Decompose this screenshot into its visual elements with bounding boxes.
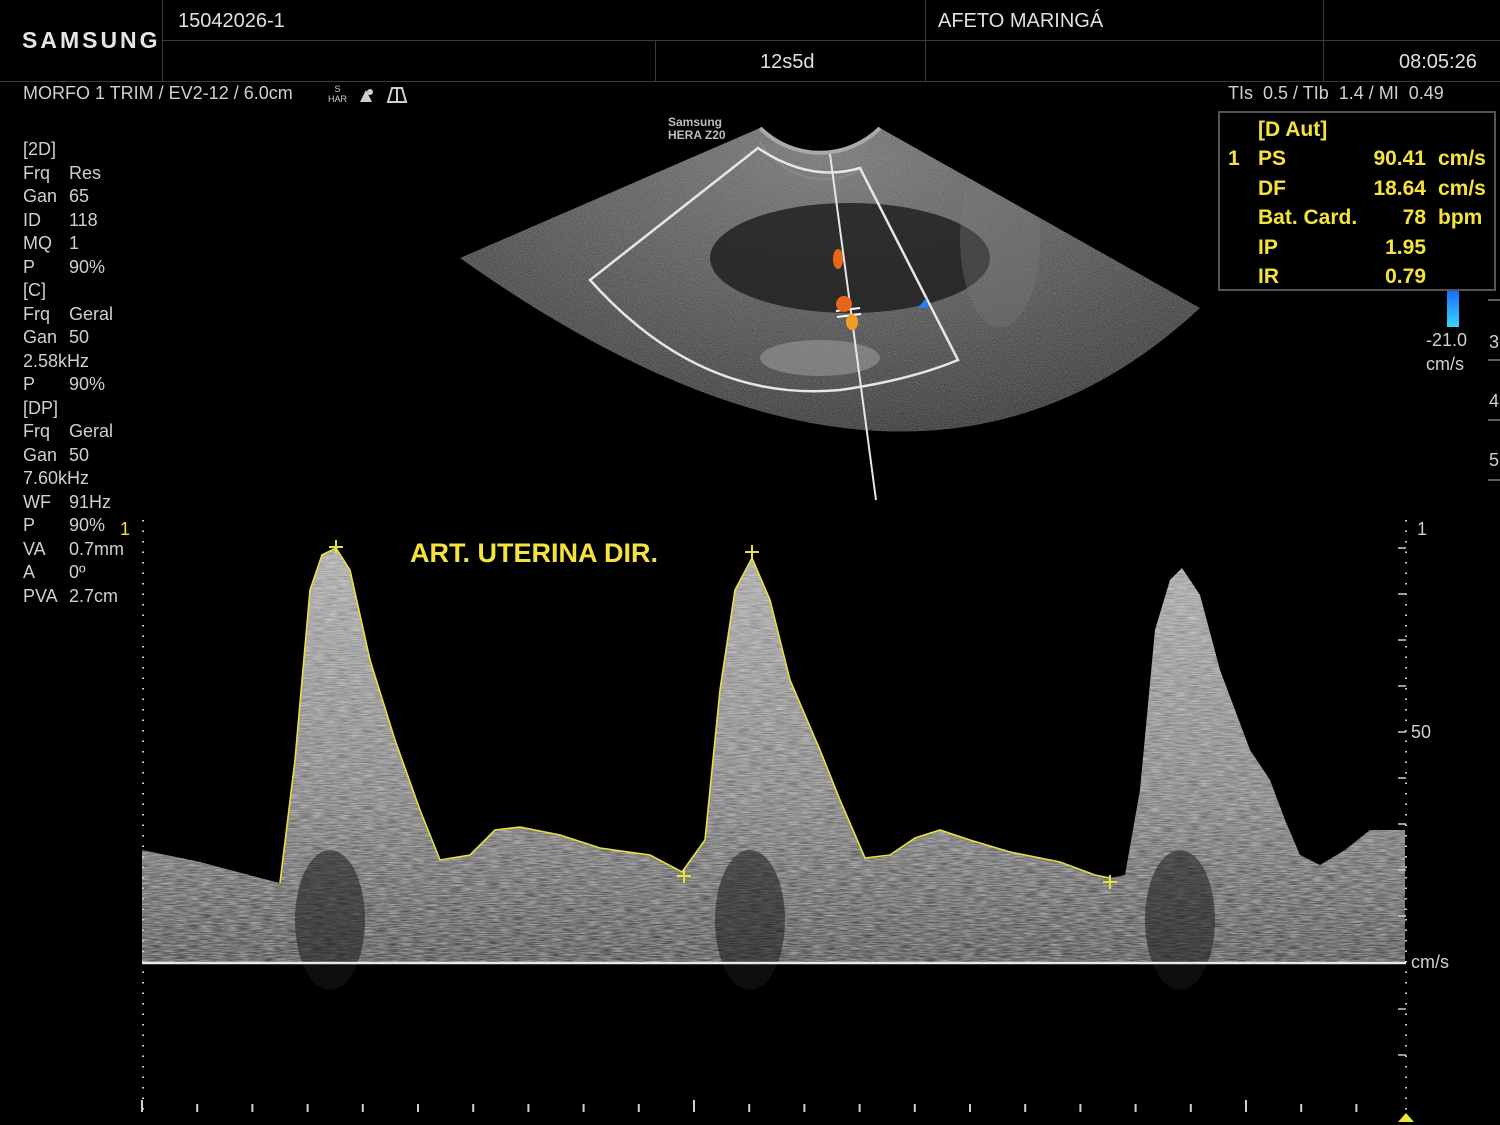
velocity-scale-mid: 50 (1411, 722, 1432, 742)
measurement-index: 1 (1228, 147, 1240, 170)
preset-label: MORFO 1 TRIM / EV2-12 / 6.0cm (23, 83, 293, 103)
flow-signal-red (833, 249, 843, 269)
parameter-row: P 90% (23, 373, 124, 397)
probe-orientation-icon (360, 89, 373, 102)
header-divider (1323, 0, 1324, 82)
parameter-row: 7.60kHz (23, 467, 124, 491)
parameter-row: Frq Geral (23, 303, 124, 327)
measurement-label: DF (1258, 176, 1286, 200)
depth-scale-ticks (1488, 299, 1500, 481)
parameter-key: [2D] (23, 139, 57, 159)
parameter-key: P (23, 256, 36, 277)
flow-signal-red (846, 314, 858, 330)
parameter-row: [C] (23, 279, 124, 303)
measurement-value: 78 (1402, 206, 1426, 229)
header-divider (925, 0, 926, 82)
sector-tissue (460, 128, 1200, 432)
parameter-row: MQ 1 (23, 232, 124, 256)
vessel-annotation[interactable]: ART. UTERINA DIR. (410, 538, 658, 569)
parameter-value: 50 (69, 444, 90, 465)
parameter-row: Gan 65 (23, 185, 124, 209)
measurement-unit: bpm (1438, 206, 1483, 229)
probe-icons (360, 87, 408, 103)
measurement-label: PS (1258, 147, 1287, 170)
parameter-row: Gan 50 (23, 326, 124, 350)
parameter-value: 118 (69, 209, 98, 230)
header-bar: SAMSUNG 15042026-1 AFETO MARINGÁ 12s5d 0… (0, 0, 1500, 82)
flow-signal-red (836, 296, 852, 312)
parameter-key: [C] (23, 280, 47, 300)
peak-marker[interactable] (745, 545, 759, 559)
doppler-spectrum (141, 520, 1414, 1122)
left-scale-marker: 1 (120, 519, 131, 539)
sector-icon (386, 87, 408, 103)
bmode-image: Samsung HERA Z20 (460, 115, 1200, 501)
measurement-value: 18.64 (1373, 176, 1426, 200)
thermal-index: TIs 0.5 / TIb 1.4 / MI 0.49 (1228, 83, 1444, 103)
measurement-unit: cm/s (1438, 147, 1486, 170)
parameter-key: 7.60kHz (23, 468, 90, 488)
probe-model-label: Samsung (668, 115, 722, 129)
parameter-row: Gan 50 (23, 444, 124, 468)
color-scale-unit: cm/s (1426, 354, 1464, 374)
parameter-value: Res (69, 162, 102, 183)
measurement-label: IP (1258, 235, 1278, 259)
header-divider (162, 0, 163, 82)
parameter-value: 50 (69, 327, 90, 347)
parameter-key: Gan (23, 327, 58, 347)
institution-name: AFETO MARINGÁ (938, 10, 1104, 32)
parameter-key: ID (23, 209, 41, 230)
sweep-position-marker[interactable] (1398, 1113, 1414, 1122)
measurement-panel: [D Aut] 1 PS 90.41 cm/s DF 18.64 cm/s Bat. Car… (1218, 111, 1496, 291)
parameter-value: 90% (69, 374, 106, 394)
probe-model-sublabel: HERA Z20 (668, 128, 726, 142)
parameter-row: ID 118 (23, 209, 124, 233)
measurement-value: 90.41 (1373, 147, 1426, 170)
measurement-value: 0.79 (1385, 265, 1426, 288)
parameter-key: 2.58kHz (23, 350, 90, 371)
parameter-key: MQ (23, 233, 52, 253)
parameter-key: P (23, 374, 36, 394)
parameter-key: Frq (23, 303, 50, 324)
header-divider (655, 40, 656, 82)
parameter-row: [2D] (23, 138, 124, 162)
velocity-scale-top: 1 (1417, 519, 1428, 539)
parameter-row: [DP] (23, 397, 124, 421)
brand-logo: SAMSUNG (22, 27, 161, 53)
velocity-scale-ticks (1398, 547, 1406, 1056)
header-divider (162, 40, 1500, 41)
parameter-row: Frq Res (23, 162, 124, 186)
parameter-value: 90% (69, 256, 106, 277)
velocity-scale-unit: cm/s (1411, 952, 1449, 972)
har-label: S HAR (328, 84, 348, 104)
parameter-key: Frq (23, 421, 50, 441)
time-scale-ticks (141, 1100, 1358, 1112)
measurement-unit: cm/s (1438, 176, 1486, 200)
patient-id: 15042026-1 (178, 10, 285, 32)
parameter-value: Geral (69, 421, 114, 441)
parameter-row: 2.58kHz (23, 350, 124, 374)
measurement-header: [D Aut] (1258, 118, 1328, 141)
parameter-key: [DP] (23, 397, 59, 418)
parameter-value: Geral (69, 303, 114, 324)
color-scale-bar (1447, 291, 1459, 327)
parameter-key: Gan (23, 186, 58, 206)
parameter-row: P 90% (23, 256, 124, 280)
measurement-value: 1.95 (1385, 235, 1426, 259)
color-scale-min: -21.0 (1426, 330, 1468, 350)
gestational-age: 12s5d (760, 51, 815, 73)
parameter-key: Frq (23, 162, 50, 183)
header-bottom-divider (0, 81, 1500, 82)
measurement-label: IR (1258, 265, 1279, 288)
measurement-label: Bat. Card. (1258, 206, 1358, 229)
parameter-value: 65 (69, 186, 90, 206)
clock-time: 08:05:26 (1399, 51, 1477, 73)
parameter-row: Frq Geral (23, 420, 124, 444)
parameter-value: 1 (69, 233, 80, 253)
parameter-key: Gan (23, 444, 58, 465)
